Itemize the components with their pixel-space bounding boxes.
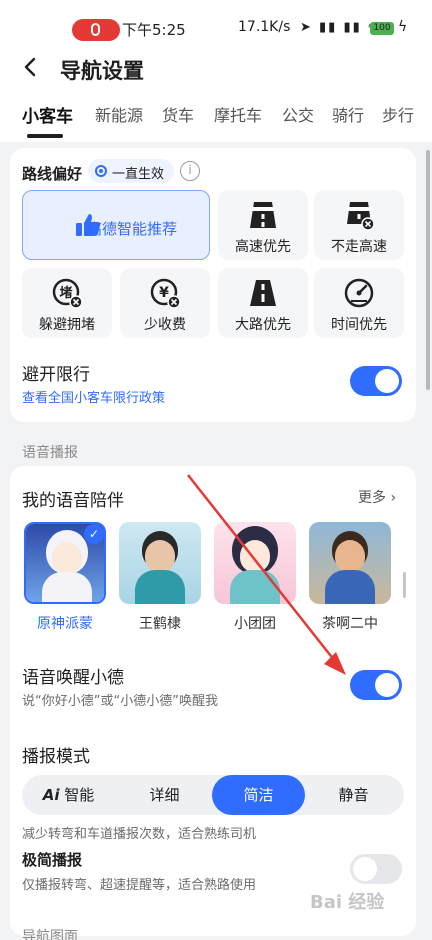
- tab-new-energy[interactable]: 新能源: [95, 102, 143, 126]
- svg-text:¥: ¥: [159, 285, 169, 301]
- radio-selected-icon: [95, 165, 107, 177]
- tab-car[interactable]: 小客车: [22, 102, 73, 127]
- restriction-policy-link[interactable]: 查看全国小客车限行政策: [22, 387, 165, 406]
- microphone-recording-indicator: [72, 19, 120, 41]
- watermark-logo: Bai 经验: [310, 892, 385, 913]
- tab-bus[interactable]: 公交: [282, 102, 314, 126]
- voice-companion-title: 我的语音陪伴: [22, 491, 124, 511]
- selected-check-icon: ✓: [84, 524, 104, 544]
- ai-icon: Ai: [42, 786, 60, 804]
- no-highway-icon: [347, 202, 375, 231]
- avatar-name: 原神派蒙: [37, 616, 93, 632]
- tab-motorcycle[interactable]: 摩托车: [214, 102, 262, 126]
- speedometer-icon: [344, 278, 374, 308]
- voice-wake-title: 语音唤醒小德: [22, 668, 124, 688]
- battery-icon: 100: [370, 22, 394, 35]
- minimal-broadcast-toggle[interactable]: [350, 854, 402, 884]
- mode-concise[interactable]: 简洁: [212, 775, 305, 815]
- toll-icon: ¥: [150, 278, 181, 309]
- congestion-icon: 堵: [52, 278, 83, 309]
- mode-detailed[interactable]: 详细: [118, 775, 211, 815]
- more-label: 更多: [358, 490, 386, 506]
- mode-description: 减少转弯和车道播报次数，适合熟练司机: [22, 827, 257, 842]
- chip-label: 一直生效: [112, 167, 165, 182]
- route-option-avoid-highway[interactable]: 不走高速: [314, 190, 404, 260]
- avatar-name: 茶啊二中: [322, 616, 378, 632]
- tab-walking[interactable]: 步行: [382, 102, 414, 126]
- main-road-icon: [250, 280, 276, 306]
- voice-wake-subtitle: 说“你好小德”或“小德小德”唤醒我: [22, 694, 218, 709]
- voice-wake-toggle[interactable]: [350, 670, 402, 700]
- route-option-time-first[interactable]: 时间优先: [314, 268, 404, 338]
- app-header: 导航设置 小客车 新能源 货车 摩托车 公交 骑行 步行: [0, 56, 432, 142]
- page-title: 导航设置: [60, 59, 144, 83]
- status-bar: 下午5:25 17.1K/s ➤ ▮▮ ▮▮ ◠ 100 ϟ: [0, 0, 432, 56]
- minimal-broadcast-title: 极简播报: [22, 851, 83, 869]
- scrollbar[interactable]: [426, 150, 430, 390]
- avatar-name: 王鹤棣: [139, 616, 181, 632]
- chevron-left-icon: [24, 57, 36, 77]
- highway-icon: [250, 202, 276, 228]
- route-option-less-toll[interactable]: ¥ 少收费: [120, 268, 210, 338]
- network-speed: 17.1K/s: [238, 19, 291, 35]
- avatar-name: 小团团: [234, 616, 276, 632]
- charging-icon: ϟ: [398, 19, 408, 35]
- option-label: 高德智能推荐: [87, 220, 178, 238]
- route-option-avoid-congestion[interactable]: 堵 躲避拥堵: [22, 268, 112, 338]
- next-section-heading: 导航图面: [22, 929, 78, 940]
- vehicle-tabs: 小客车 新能源 货车 摩托车 公交 骑行 步行: [0, 102, 432, 142]
- route-option-main-road[interactable]: 大路优先: [218, 268, 308, 338]
- tab-cycling[interactable]: 骑行: [332, 102, 364, 126]
- active-tab-indicator: [27, 134, 63, 138]
- option-label: 高速优先: [235, 239, 291, 255]
- broadcast-mode-selector: Ai 智能 详细 简洁 静音: [22, 775, 404, 815]
- avatar-scroll-indicator: [403, 572, 406, 598]
- back-button[interactable]: [20, 56, 50, 82]
- option-label: 少收费: [144, 317, 186, 333]
- status-time: 下午5:25: [122, 21, 186, 39]
- option-label: 大路优先: [235, 317, 291, 333]
- route-option-highway-first[interactable]: 高速优先: [218, 190, 308, 260]
- route-preference-label: 路线偏好: [22, 165, 83, 183]
- voice-section-heading: 语音播报: [22, 445, 78, 461]
- voice-avatar-chaaerzhong[interactable]: [309, 522, 391, 604]
- always-effective-option[interactable]: 一直生效: [88, 159, 174, 183]
- mode-label: 智能: [64, 786, 95, 804]
- mode-smart[interactable]: Ai 智能: [22, 775, 115, 815]
- microphone-icon: [91, 23, 100, 36]
- tab-truck[interactable]: 货车: [162, 102, 194, 126]
- minimal-broadcast-subtitle: 仅播报转弯、超速提醒等，适合熟路使用: [22, 878, 257, 893]
- route-option-smart[interactable]: 高德智能推荐: [22, 190, 210, 260]
- avoid-restriction-title: 避开限行: [22, 365, 90, 385]
- chevron-right-icon: ›: [390, 490, 397, 506]
- avoid-restriction-toggle[interactable]: [350, 366, 402, 396]
- more-voices-link[interactable]: 更多 ›: [358, 487, 396, 507]
- voice-avatar-xiaotuantuan[interactable]: [214, 522, 296, 604]
- option-label: 时间优先: [331, 317, 387, 333]
- option-label: 躲避拥堵: [39, 317, 95, 333]
- info-icon[interactable]: i: [180, 161, 200, 181]
- broadcast-mode-title: 播报模式: [22, 747, 90, 767]
- mode-mute[interactable]: 静音: [307, 775, 400, 815]
- voice-avatar-wang-hedi[interactable]: [119, 522, 201, 604]
- option-label: 不走高速: [331, 239, 387, 255]
